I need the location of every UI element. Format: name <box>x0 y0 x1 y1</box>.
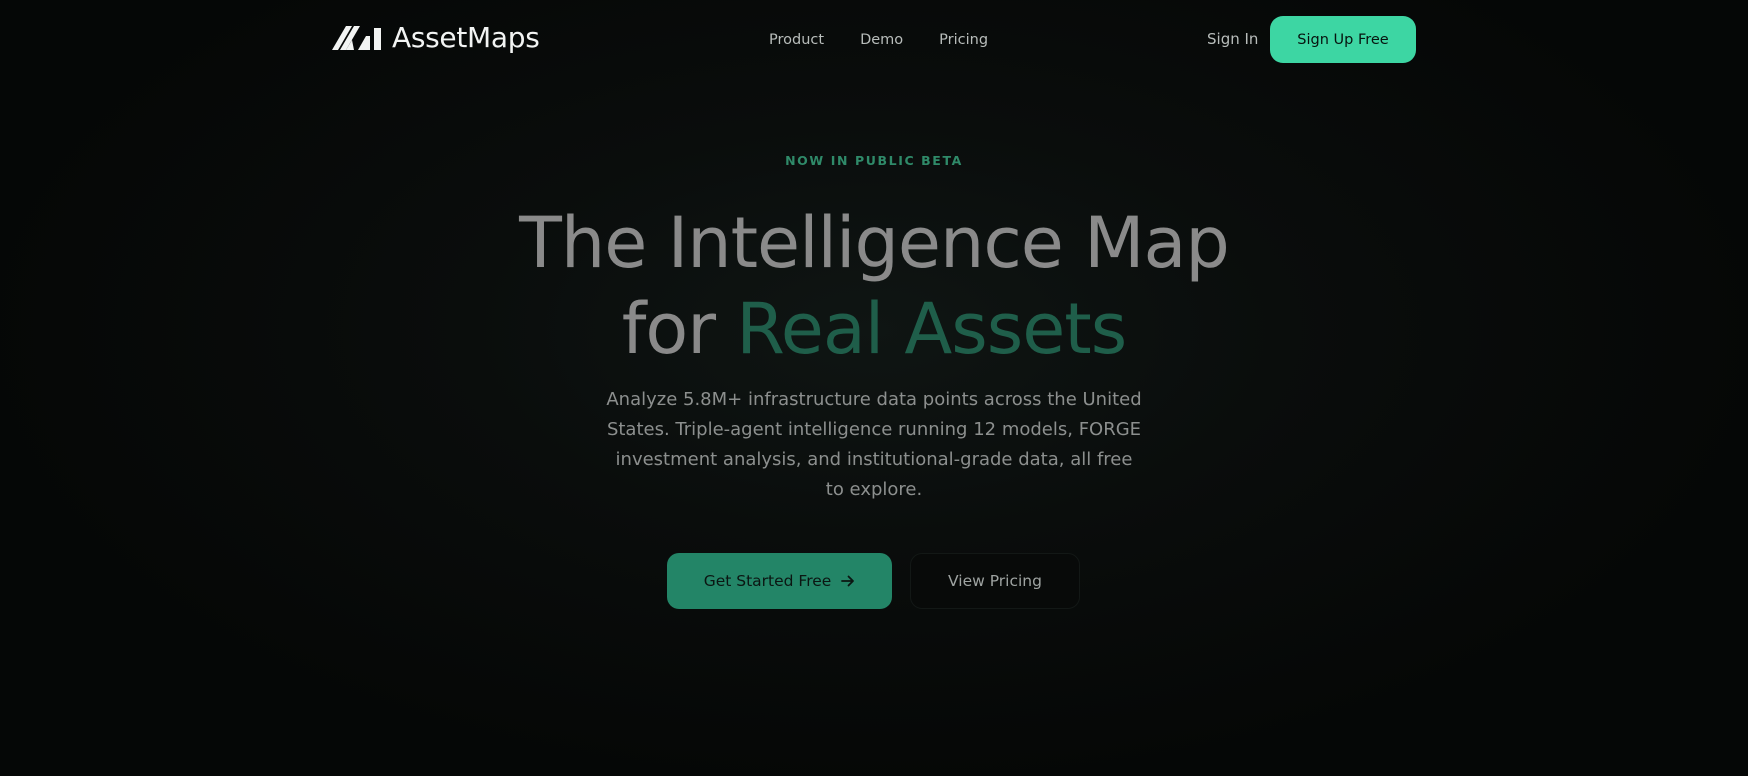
top-navigation: AssetMaps Product Demo Pricing Sign In S… <box>0 0 1748 80</box>
hero-headline: The Intelligence Map for Real Assets <box>0 200 1748 372</box>
get-started-label: Get Started Free <box>703 572 832 590</box>
nav-link-demo[interactable]: Demo <box>860 30 903 50</box>
nav-link-product[interactable]: Product <box>769 30 824 50</box>
assetmaps-logo-icon <box>332 26 381 50</box>
nav-links: Product Demo Pricing <box>769 30 988 50</box>
get-started-button[interactable]: Get Started Free <box>667 553 892 609</box>
sign-in-link[interactable]: Sign In <box>1207 29 1258 49</box>
view-pricing-button[interactable]: View Pricing <box>910 553 1080 609</box>
beta-eyebrow: NOW IN PUBLIC BETA <box>785 153 963 168</box>
arrow-right-icon <box>841 575 855 587</box>
hero-subtitle: Analyze 5.8M+ infrastructure data points… <box>606 389 1142 500</box>
headline-accent: Real Assets <box>736 288 1127 370</box>
headline-line-1: The Intelligence Map <box>519 202 1230 284</box>
headline-line-2-prefix: for <box>621 288 716 370</box>
brand-name: AssetMaps <box>392 21 540 54</box>
sign-up-button[interactable]: Sign Up Free <box>1270 16 1416 63</box>
brand-logo-link[interactable]: AssetMaps <box>332 22 540 54</box>
nav-link-pricing[interactable]: Pricing <box>939 30 988 50</box>
